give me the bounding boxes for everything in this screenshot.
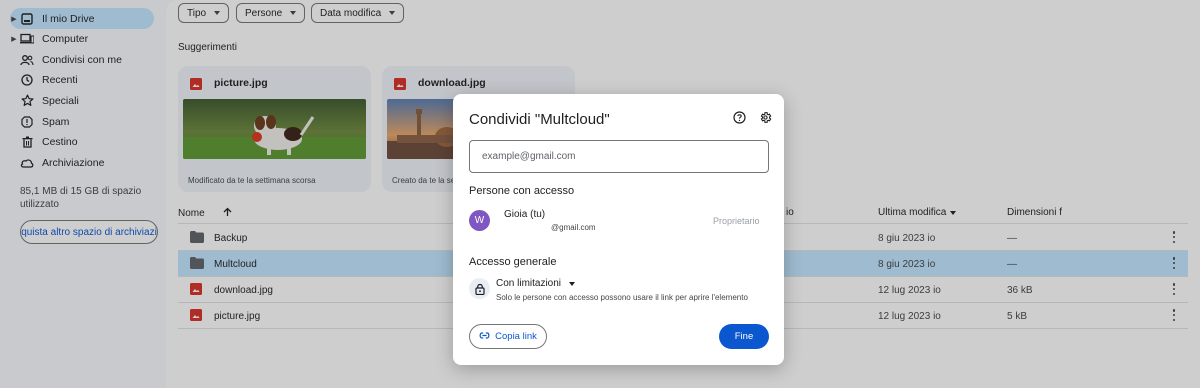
done-button[interactable]: Fine: [719, 324, 769, 349]
help-icon[interactable]: [733, 111, 746, 129]
general-access-heading: Accesso generale: [469, 256, 557, 268]
share-dialog: Condividi "Multcloud" Persone con access…: [453, 94, 784, 365]
copy-link-button[interactable]: Copia link: [469, 324, 547, 349]
people-with-access-heading: Persone con accesso: [469, 185, 575, 197]
lock-icon: [469, 278, 490, 299]
share-dialog-title: Condividi "Multcloud": [469, 111, 610, 128]
general-access-description: Solo le persone con accesso possono usar…: [496, 293, 748, 302]
person-email: @gmail.com: [551, 223, 596, 232]
general-access-dropdown[interactable]: Con limitazioni: [496, 278, 576, 289]
link-icon: [479, 331, 490, 342]
general-access-value: Con limitazioni: [496, 278, 562, 289]
person-role: Proprietario: [713, 216, 760, 226]
add-people-input[interactable]: [469, 140, 769, 173]
dropdown-arrow-icon: [569, 281, 576, 286]
person-name: Gioia (tu): [504, 209, 546, 220]
gear-icon[interactable]: [759, 111, 772, 129]
copy-link-label: Copia link: [495, 331, 537, 342]
avatar: W: [469, 210, 490, 231]
